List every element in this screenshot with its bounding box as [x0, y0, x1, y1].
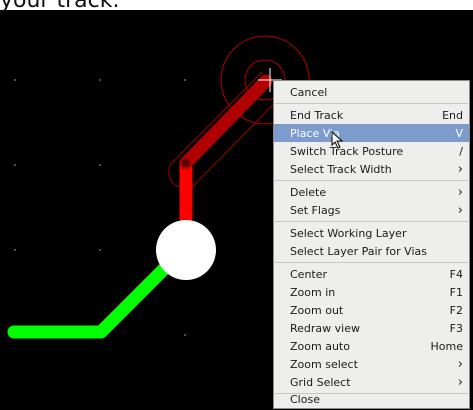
- menu-item-place-via[interactable]: Place Via V: [274, 124, 469, 142]
- track-corner-dot: [182, 159, 190, 167]
- menu-item-delete[interactable]: Delete ›: [274, 183, 469, 201]
- menu-item-label: Switch Track Posture: [290, 144, 404, 158]
- menu-item-zoom-auto[interactable]: Zoom auto Home: [274, 337, 469, 355]
- menu-item-label: Zoom auto: [290, 339, 350, 353]
- pad-circle: [156, 220, 216, 280]
- menu-item-label: Close: [290, 392, 320, 406]
- menu-separator: [275, 262, 468, 263]
- menu-separator: [275, 103, 468, 104]
- context-menu: Cancel End Track End Place Via V Switch …: [273, 80, 470, 409]
- submenu-arrow-icon: ›: [457, 374, 463, 390]
- menu-item-set-flags[interactable]: Set Flags ›: [274, 201, 469, 219]
- menu-item-end-track[interactable]: End Track End: [274, 106, 469, 124]
- menu-item-select-track-width[interactable]: Select Track Width ›: [274, 160, 469, 178]
- menu-item-label: Zoom in: [290, 285, 336, 299]
- menu-item-shortcut: V: [455, 126, 463, 140]
- submenu-arrow-icon: ›: [457, 356, 463, 372]
- menu-item-label: Center: [290, 267, 328, 281]
- menu-item-shortcut: End: [442, 108, 463, 122]
- submenu-arrow-icon: ›: [457, 184, 463, 200]
- menu-item-shortcut: /: [459, 144, 463, 158]
- menu-item-label: Redraw view: [290, 321, 360, 335]
- green-track: [7, 261, 172, 339]
- grid-dots: [14, 79, 186, 336]
- menu-item-label: Select Layer Pair for Vias: [290, 244, 427, 258]
- menu-item-shortcut: Home: [430, 339, 463, 353]
- submenu-arrow-icon: ›: [457, 202, 463, 218]
- menu-item-label: Cancel: [290, 85, 328, 99]
- menu-item-label: Delete: [290, 185, 327, 199]
- menu-item-shortcut: F1: [449, 285, 463, 299]
- menu-item-zoom-select[interactable]: Zoom select ›: [274, 355, 469, 373]
- menu-item-shortcut: F2: [449, 303, 463, 317]
- mouse-pointer-icon: [331, 131, 344, 149]
- menu-item-grid-select[interactable]: Grid Select ›: [274, 373, 469, 391]
- menu-item-shortcut: F4: [449, 267, 463, 281]
- menu-item-center[interactable]: Center F4: [274, 265, 469, 283]
- menu-item-label: Select Working Layer: [290, 226, 407, 240]
- menu-item-label: Select Track Width: [290, 162, 392, 176]
- menu-separator: [275, 180, 468, 181]
- menu-item-cancel[interactable]: Cancel: [274, 83, 469, 101]
- menu-separator: [275, 221, 468, 222]
- menu-item-switch-track-posture[interactable]: Switch Track Posture /: [274, 142, 469, 160]
- menu-item-select-layer-pair[interactable]: Select Layer Pair for Vias: [274, 242, 469, 260]
- menu-item-zoom-out[interactable]: Zoom out F2: [274, 301, 469, 319]
- menu-item-label: Set Flags: [290, 203, 341, 217]
- menu-item-close[interactable]: Close: [274, 390, 469, 408]
- menu-item-label: End Track: [290, 108, 344, 122]
- submenu-arrow-icon: ›: [457, 161, 463, 177]
- menu-item-select-working-layer[interactable]: Select Working Layer: [274, 224, 469, 242]
- menu-item-label: Zoom out: [290, 303, 344, 317]
- red-track-diagonal: [179, 74, 273, 170]
- menu-item-redraw-view[interactable]: Redraw view F3: [274, 319, 469, 337]
- menu-item-shortcut: F3: [449, 321, 463, 335]
- menu-item-zoom-in[interactable]: Zoom in F1: [274, 283, 469, 301]
- menu-item-label: Zoom select: [290, 357, 358, 371]
- menu-item-label: Grid Select: [290, 375, 351, 389]
